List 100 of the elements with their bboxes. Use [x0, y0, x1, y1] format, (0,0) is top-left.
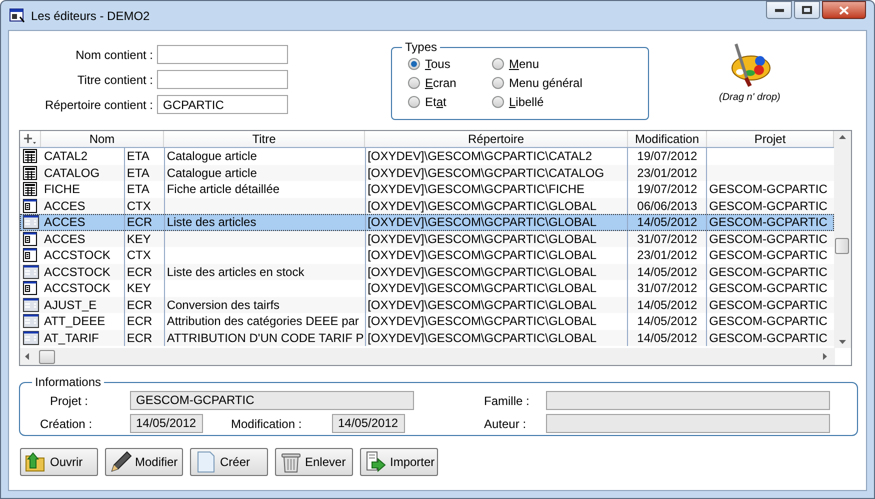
table-cell: GESCOM-GCPARTIC: [709, 198, 828, 212]
radio-button[interactable]: [492, 58, 504, 70]
form-icon: [22, 215, 39, 230]
table-cell: CTX: [126, 198, 151, 212]
table-cell: ATT_DEEE: [44, 314, 106, 328]
minimize-button[interactable]: [766, 1, 792, 19]
action-button[interactable]: Ouvrir: [20, 448, 98, 476]
action-button[interactable]: Créer: [190, 448, 268, 476]
group-title: Types: [404, 39, 438, 56]
table-cell: CATAL2: [44, 149, 88, 163]
radio-button[interactable]: [492, 77, 504, 89]
filter-field[interactable]: GCPARTIC: [157, 95, 288, 114]
table-row[interactable]: AJUST_E ECR Conversion des tairfs [OXYDEV]\GESCOM\GCPARTIC\GLOBAL 14/05/2012 GESCOM-GCPARTIC: [20, 296, 834, 313]
column-header[interactable]: Titre: [164, 131, 366, 147]
table-cell: GESCOM-GCPARTIC: [709, 281, 828, 295]
radio-label: Etat: [425, 94, 446, 111]
scroll-right-icon[interactable]: [823, 353, 827, 360]
table-cell: ECR: [126, 264, 152, 278]
table-cell: [OXYDEV]\GESCOM\GCPARTIC\GLOBAL: [368, 215, 597, 229]
table-cell: GESCOM-GCPARTIC: [709, 182, 828, 196]
table-row[interactable]: AT_TARIF ECR ATTRIBUTION D'UN CODE TARIF P [OXYDEV]\GESCOM\GCPARTIC\GLOBAL 14/05/2012 GESCOM-GCPARTIC: [20, 330, 834, 346]
radio-label: Tous: [425, 56, 450, 73]
table-row[interactable]: CATALOG ETA Catalogue article [OXYDEV]\GESCOM\GCPARTIC\CATALOG 23/01/2012: [20, 164, 834, 181]
table-cell: [OXYDEV]\GESCOM\GCPARTIC\GLOBAL: [368, 264, 597, 278]
table-cell: AJUST_E: [44, 298, 97, 312]
table-cell: Conversion des tairfs: [166, 298, 280, 312]
maximize-icon: [802, 6, 812, 14]
table-cell: ATTRIBUTION D'UN CODE TARIF P: [166, 330, 364, 344]
radio-button[interactable]: [408, 96, 420, 108]
vertical-scrollbar[interactable]: [834, 131, 851, 348]
field-label: Titre contient :: [76, 72, 154, 88]
table-cell: 31/07/2012: [637, 232, 698, 246]
table-cell: GESCOM-GCPARTIC: [709, 232, 828, 246]
action-button[interactable]: Modifier: [105, 448, 183, 476]
table-cell: GESCOM-GCPARTIC: [709, 330, 828, 344]
table-cell: [OXYDEV]\GESCOM\GCPARTIC\GLOBAL: [368, 281, 597, 295]
radio-button[interactable]: [408, 58, 420, 70]
radio-label: Ecran: [425, 75, 456, 92]
table-cell: AT_TARIF: [44, 330, 99, 344]
add-column-icon[interactable]: [23, 133, 37, 145]
filter-field[interactable]: [157, 70, 288, 89]
table-row[interactable]: ACCSTOCK ECR Liste des articles en stock [OXYDEV]\GESCOM\GCPARTIC\GLOBAL 14/05/2012 GESCOM-GCPARTIC: [20, 264, 834, 280]
import-document-icon: [364, 450, 388, 474]
minimize-icon: [774, 8, 784, 12]
close-button[interactable]: [822, 1, 866, 19]
table-cell: 14/05/2012: [637, 298, 698, 312]
table-cell: GESCOM-GCPARTIC: [709, 248, 828, 262]
table-cell: GESCOM-GCPARTIC: [709, 298, 828, 312]
horizontal-scrollbar[interactable]: [20, 348, 835, 365]
table-cell: ACCSTOCK: [44, 264, 110, 278]
table-cell: ETA: [126, 149, 150, 163]
scroll-up-icon[interactable]: [839, 135, 846, 139]
column-header[interactable]: Modification: [628, 131, 708, 147]
action-button[interactable]: Enlever: [275, 448, 353, 476]
table-cell: 23/01/2012: [637, 166, 698, 180]
window-icon: [22, 281, 39, 296]
table-cell: Catalogue article: [166, 166, 257, 180]
table-cell: 19/07/2012: [637, 149, 698, 163]
table-cell: 14/05/2012: [637, 330, 698, 344]
table-row[interactable]: ACCES ECR Liste des articles [OXYDEV]\GESCOM\GCPARTIC\GLOBAL 14/05/2012 GESCOM-GCPARTIC: [20, 214, 834, 230]
table-cell: ACCES: [44, 232, 86, 246]
form-icon: [22, 314, 39, 328]
maximize-button[interactable]: [794, 1, 820, 19]
table-row[interactable]: ACCES KEY [OXYDEV]\GESCOM\GCPARTIC\GLOBAL 31/07/2012 GESCOM-GCPARTIC: [20, 230, 834, 247]
table-cell: Liste des articles en stock: [166, 264, 304, 278]
pencil-icon: [109, 450, 133, 474]
column-header[interactable]: Répertoire: [365, 131, 628, 147]
scroll-thumb[interactable]: [39, 350, 55, 364]
table-cell: ACCSTOCK: [44, 281, 110, 295]
filter-field[interactable]: [157, 45, 288, 64]
table-cell: [OXYDEV]\GESCOM\GCPARTIC\GLOBAL: [368, 314, 597, 328]
radio-button[interactable]: [492, 96, 504, 108]
radio-button[interactable]: [408, 77, 420, 89]
column-header[interactable]: Nom: [41, 131, 164, 147]
table-cell: [OXYDEV]\GESCOM\GCPARTIC\CATAL2: [368, 149, 592, 163]
field-label: Répertoire contient :: [44, 96, 154, 114]
table-cell: ETA: [126, 166, 150, 180]
table-cell: [OXYDEV]\GESCOM\GCPARTIC\GLOBAL: [368, 198, 597, 212]
window-icon: [22, 248, 39, 262]
table-row[interactable]: ACCES CTX [OXYDEV]\GESCOM\GCPARTIC\GLOBAL 06/06/2013 GESCOM-GCPARTIC: [20, 198, 834, 214]
window-icon: [22, 198, 39, 213]
table-cell: ACCES: [44, 215, 86, 229]
radio-label: Libellé: [508, 94, 544, 111]
field-label: Création :: [40, 416, 94, 432]
projet-field: GESCOM-GCPARTIC: [130, 391, 414, 410]
scroll-thumb[interactable]: [835, 238, 850, 254]
table-cell: ACCES: [44, 198, 86, 212]
action-button[interactable]: Importer: [360, 448, 438, 476]
creation-field: 14/05/2012: [130, 414, 203, 433]
scroll-left-icon[interactable]: [25, 353, 29, 360]
scroll-down-icon[interactable]: [839, 340, 846, 344]
table-cell: 14/05/2012: [637, 215, 698, 229]
table-cell: 19/07/2012: [637, 182, 698, 196]
field-label: Modification :: [231, 416, 303, 432]
table-cell: CTX: [126, 248, 151, 262]
close-icon: [839, 6, 849, 14]
table-cell: 14/05/2012: [637, 264, 698, 278]
table-cell: KEY: [126, 232, 151, 246]
table-cell: ECR: [126, 215, 152, 229]
table-cell: 06/06/2013: [637, 198, 698, 212]
